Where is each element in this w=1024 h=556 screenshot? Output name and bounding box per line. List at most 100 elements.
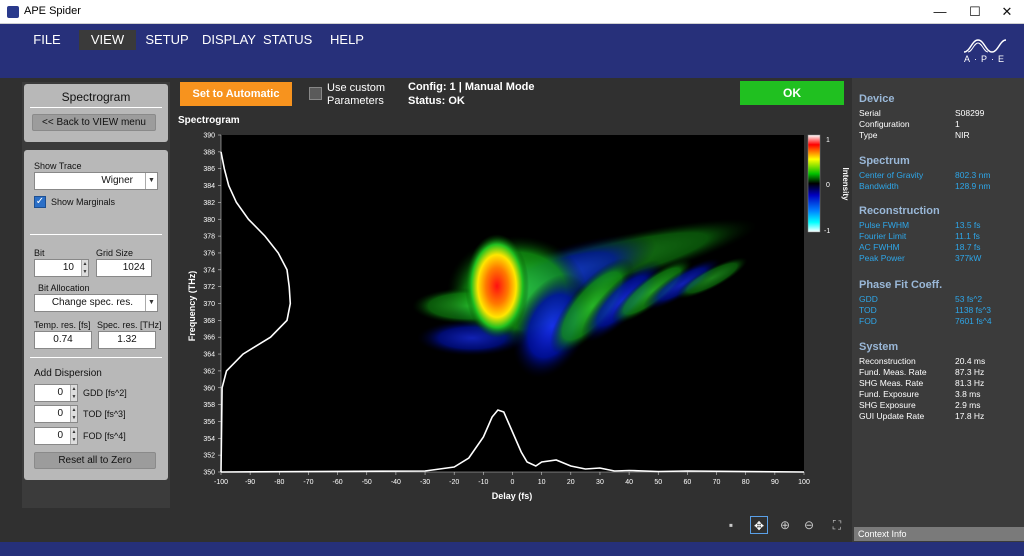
bit-allocation-select[interactable]: Change spec. res. ▼: [34, 294, 158, 312]
bit-value: 10: [62, 262, 74, 273]
y-tick-label: 384: [203, 183, 215, 190]
set-automatic-button[interactable]: Set to Automatic: [180, 82, 292, 106]
temp-res-label: Temp. res. [fs]: [34, 320, 91, 330]
zoom-in-icon[interactable]: ⊕: [776, 516, 794, 534]
back-to-view-button[interactable]: << Back to VIEW menu: [32, 114, 156, 131]
footer-strip: [0, 542, 1024, 556]
temp-res-value: 0.74: [53, 334, 73, 345]
maximize-button[interactable]: ☐: [958, 0, 992, 24]
colorbar-label: Intensity: [841, 168, 850, 201]
add-dispersion-label: Add Dispersion: [34, 368, 102, 379]
phase-row-label: GDD: [859, 294, 878, 304]
recon-row-label: Pulse FWHM: [859, 220, 910, 230]
x-tick-label: -30: [420, 479, 430, 486]
minimize-button[interactable]: —: [923, 0, 957, 24]
window-title: APE Spider: [24, 5, 81, 17]
chevron-down-icon: ▼: [145, 173, 157, 189]
device-row-label: Serial: [859, 108, 881, 118]
system-row-label: Fund. Exposure: [859, 389, 920, 399]
show-marginals-checkbox[interactable]: ✓: [34, 196, 46, 208]
spectrum-heading: Spectrum: [859, 155, 910, 167]
system-row-label: SHG Meas. Rate: [859, 378, 924, 388]
menu-display[interactable]: DISPLAY: [202, 30, 256, 50]
spectrogram-chart[interactable]: -100 -90 -80 -70 -60 -50 -40 -30 -20 -10 0 10 20 30 40…: [172, 126, 852, 512]
recon-row-value: 11.1 fs: [955, 231, 980, 241]
custom-label-line2: Parameters: [327, 95, 384, 107]
y-tick-label: 388: [203, 149, 215, 156]
menu-file[interactable]: FILE: [30, 30, 64, 50]
menu-setup[interactable]: SETUP: [145, 30, 189, 50]
spectrum-row-value: 802.3 nm: [955, 170, 991, 180]
x-tick-label: 20: [567, 479, 575, 486]
zoom-fit-icon[interactable]: ⛶: [828, 516, 846, 534]
app-icon: [7, 6, 19, 18]
recon-row-value: 13.5 fs: [955, 220, 981, 230]
x-tick-label: -40: [391, 479, 401, 486]
y-tick-label: 354: [203, 436, 215, 443]
spectrum-row-label: Bandwidth: [859, 181, 899, 191]
x-tick-label: -100: [214, 479, 228, 486]
gdd-label: GDD [fs^2]: [83, 388, 127, 398]
system-row-value: 2.9 ms: [955, 400, 981, 410]
fod-label: FOD [fs^4]: [83, 431, 126, 441]
show-trace-value: Wigner: [101, 175, 133, 186]
spectrum-row-label: Center of Gravity: [859, 170, 924, 180]
reset-all-button[interactable]: Reset all to Zero: [34, 452, 156, 469]
panel-title: Spectrogram: [61, 90, 131, 104]
menu-status[interactable]: STATUS: [263, 30, 312, 50]
move-icon[interactable]: ✥: [750, 516, 768, 534]
y-tick-label: 380: [203, 217, 215, 224]
logo-text: A·P·E: [964, 54, 1009, 64]
custom-parameters-label: Use custom Parameters: [327, 82, 385, 108]
y-tick-label: 390: [203, 133, 215, 140]
system-heading: System: [859, 341, 899, 353]
y-tick-label: 358: [203, 402, 215, 409]
ok-button[interactable]: OK: [740, 81, 844, 105]
temp-res-field: 0.74: [34, 331, 92, 349]
y-tick-label: 352: [203, 453, 215, 460]
y-tick-label: 350: [203, 470, 215, 477]
save-icon[interactable]: ▪: [722, 516, 740, 534]
phase-heading: Phase Fit Coeff.: [859, 279, 943, 291]
y-tick-label: 374: [203, 267, 215, 274]
x-tick-label: 10: [538, 479, 546, 486]
divider: [30, 107, 162, 108]
recon-heading: Reconstruction: [859, 205, 940, 217]
spec-res-field: 1.32: [98, 331, 156, 349]
zoom-out-icon[interactable]: ⊖: [800, 516, 818, 534]
tod-label: TOD [fs^3]: [83, 409, 126, 419]
y-tick-label: 364: [203, 352, 215, 359]
menu-view[interactable]: VIEW: [79, 30, 136, 50]
ape-logo-icon: [963, 39, 1007, 53]
tod-spinner[interactable]: ▲ ▼: [70, 406, 77, 422]
custom-parameters-checkbox[interactable]: [309, 87, 322, 100]
close-button[interactable]: ✕: [990, 0, 1024, 24]
show-trace-select[interactable]: Wigner ▼: [34, 172, 158, 190]
grid-size-input[interactable]: 1024: [96, 259, 152, 277]
y-tick-label: 378: [203, 234, 215, 241]
y-tick-label: 360: [203, 385, 215, 392]
menu-help[interactable]: HELP: [329, 30, 365, 50]
x-tick-label: -10: [478, 479, 488, 486]
colorbar-tick: -1: [824, 228, 830, 235]
system-row-value: 87.3 Hz: [955, 367, 985, 377]
x-tick-label: 40: [625, 479, 633, 486]
right-pane: [852, 78, 1024, 542]
x-tick-label: 60: [684, 479, 692, 486]
y-tick-label: 376: [203, 250, 215, 257]
context-info-bar[interactable]: Context Info: [854, 527, 1024, 541]
y-tick-label: 368: [203, 318, 215, 325]
colorbar-tick: 1: [826, 137, 830, 144]
bit-spinner[interactable]: ▲ ▼: [81, 260, 88, 276]
gdd-spinner[interactable]: ▲ ▼: [70, 385, 77, 401]
device-heading: Device: [859, 93, 895, 105]
x-tick-label: 100: [798, 479, 810, 486]
y-tick-label: 370: [203, 301, 215, 308]
y-tick-label: 372: [203, 284, 215, 291]
x-tick-label: -20: [449, 479, 459, 486]
fod-spinner[interactable]: ▲ ▼: [70, 428, 77, 444]
grid-size-label: Grid Size: [96, 248, 134, 258]
phase-row-value: 53 fs^2: [955, 294, 983, 304]
system-row-label: Reconstruction: [859, 356, 916, 366]
divider: [30, 357, 162, 358]
